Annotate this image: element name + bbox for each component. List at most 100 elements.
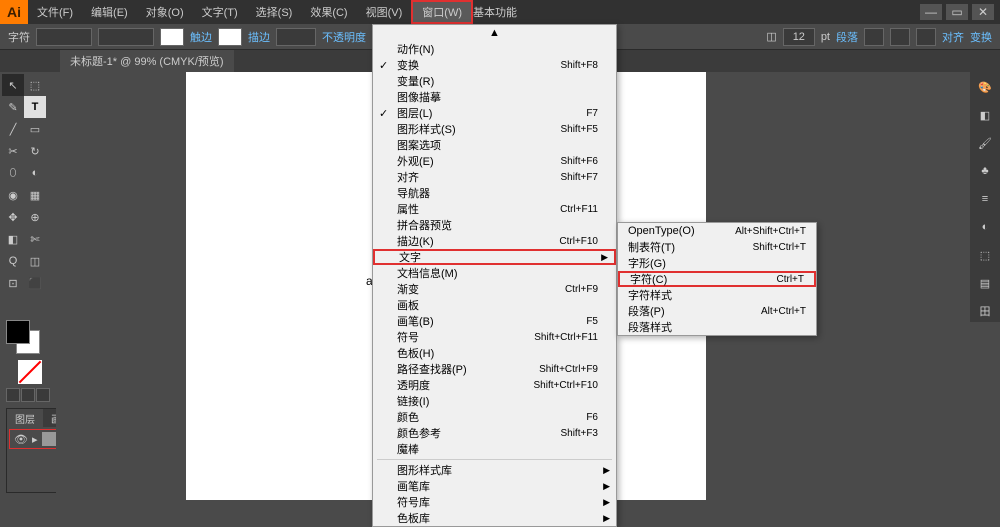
menu-效果[interactable]: 效果(C) (301, 0, 356, 24)
draw-mode-switch[interactable] (6, 388, 50, 402)
tool-17[interactable]: ◫ (24, 250, 46, 272)
color-picker[interactable] (6, 320, 42, 356)
tool-10[interactable]: ◉ (2, 184, 24, 206)
panel-icon-8[interactable]: 田 (974, 300, 996, 322)
tool-12[interactable]: ✥ (2, 206, 24, 228)
menu-item-外观[interactable]: 外观(E)Shift+F6 (373, 153, 616, 169)
stroke-swatch[interactable] (218, 28, 242, 46)
paragraph-link[interactable]: 段落 (836, 29, 858, 45)
panel-icon-6[interactable]: ⬚ (974, 244, 996, 266)
menu-item-渐变[interactable]: 渐变Ctrl+F9 (373, 281, 616, 297)
tool-13[interactable]: ⊕ (24, 206, 46, 228)
tool-4[interactable]: ╱ (2, 118, 24, 140)
align-right-button[interactable] (916, 28, 936, 46)
menu-item-魔棒[interactable]: 魔棒 (373, 441, 616, 457)
tool-1[interactable]: ⬚ (24, 74, 46, 96)
menu-item-属性[interactable]: 属性Ctrl+F11 (373, 201, 616, 217)
menu-文件[interactable]: 文件(F) (28, 0, 82, 24)
tool-5[interactable]: ▭ (24, 118, 46, 140)
submenu-item-字符[interactable]: 字符(C)Ctrl+T (618, 271, 816, 287)
menu-item-透明度[interactable]: 透明度Shift+Ctrl+F10 (373, 377, 616, 393)
menu-对象[interactable]: 对象(O) (137, 0, 193, 24)
menu-item-符号库[interactable]: 符号库▶ (373, 494, 616, 510)
submenu-item-字符样式[interactable]: 字符样式 (618, 287, 816, 303)
menu-item-图像描摹[interactable]: 图像描摹 (373, 89, 616, 105)
submenu-item-字形[interactable]: 字形(G) (618, 255, 816, 271)
panel-icon-2[interactable]: 🖌 (974, 132, 996, 154)
menu-视图[interactable]: 视图(V) (357, 0, 412, 24)
menu-选择[interactable]: 选择(S) (247, 0, 302, 24)
submenu-item-制表符[interactable]: 制表符(T)Shift+Ctrl+T (618, 239, 816, 255)
tool-7[interactable]: ↻ (24, 140, 46, 162)
transform-link[interactable]: 对齐 (942, 29, 964, 45)
stroke-weight-dropdown[interactable] (276, 28, 316, 46)
menu-item-链接[interactable]: 链接(I) (373, 393, 616, 409)
menu-item-图层[interactable]: ✓图层(L)F7 (373, 105, 616, 121)
stroke-pt-input[interactable] (783, 28, 815, 46)
none-color-icon[interactable] (18, 360, 42, 384)
tool-3[interactable]: T (24, 96, 46, 118)
menu-item-描边[interactable]: 描边(K)Ctrl+F10 (373, 233, 616, 249)
close-button[interactable]: ✕ (972, 4, 994, 20)
panel-icon-3[interactable]: ♣ (974, 160, 996, 182)
minimize-button[interactable]: — (920, 4, 942, 20)
menu-编辑[interactable]: 编辑(E) (82, 0, 137, 24)
tool-0[interactable]: ↖ (2, 74, 24, 96)
panel-icon-7[interactable]: ▤ (974, 272, 996, 294)
menu-item-颜色[interactable]: 颜色F6 (373, 409, 616, 425)
menu-item-路径查找器[interactable]: 路径查找器(P)Shift+Ctrl+F9 (373, 361, 616, 377)
submenu-item-段落[interactable]: 段落(P)Alt+Ctrl+T (618, 303, 816, 319)
menu-item-画笔库[interactable]: 画笔库▶ (373, 478, 616, 494)
tool-16[interactable]: Q (2, 250, 24, 272)
tool-11[interactable]: ▦ (24, 184, 46, 206)
menu-item-导航器[interactable]: 导航器 (373, 185, 616, 201)
menu-item-图形样式库[interactable]: 图形样式库▶ (373, 462, 616, 478)
align-left-button[interactable] (864, 28, 884, 46)
menu-item-动作[interactable]: 动作(N) (373, 41, 616, 57)
touch-link[interactable]: 触边 (190, 29, 212, 45)
font-style-dropdown[interactable] (98, 28, 154, 46)
tool-6[interactable]: ✂ (2, 140, 24, 162)
stroke-link[interactable]: 描边 (248, 29, 270, 45)
menu-窗口[interactable]: 窗口(W) (411, 0, 473, 24)
menu-文字[interactable]: 文字(T) (193, 0, 247, 24)
menu-item-图形样式[interactable]: 图形样式(S)Shift+F5 (373, 121, 616, 137)
menu-item-色板[interactable]: 色板(H) (373, 345, 616, 361)
menu-item-变量[interactable]: 变量(R) (373, 73, 616, 89)
tool-2[interactable]: ✎ (2, 96, 24, 118)
panel-icon-1[interactable]: ◧ (974, 104, 996, 126)
fill-swatch[interactable] (160, 28, 184, 46)
panel-icon-5[interactable]: ◐ (974, 216, 996, 238)
menu-item-色板库[interactable]: 色板库▶ (373, 510, 616, 526)
panel-icon-4[interactable]: ≡ (974, 188, 996, 210)
tool-18[interactable]: ⊡ (2, 272, 24, 294)
workspace-switcher[interactable]: 基本功能 (473, 4, 517, 20)
align-center-button[interactable] (890, 28, 910, 46)
expand-icon[interactable]: ▸ (32, 433, 38, 446)
tool-19[interactable]: ⬛ (24, 272, 46, 294)
visibility-icon[interactable]: 👁 (14, 433, 28, 446)
submenu-item-OpenType[interactable]: OpenType(O)Alt+Shift+Ctrl+T (618, 223, 816, 239)
menu-item-拼合器预览[interactable]: 拼合器预览 (373, 217, 616, 233)
menu-item-画笔[interactable]: 画笔(B)F5 (373, 313, 616, 329)
menu-item-符号[interactable]: 符号Shift+Ctrl+F11 (373, 329, 616, 345)
font-family-dropdown[interactable] (36, 28, 92, 46)
menu-item-文档信息[interactable]: 文档信息(M) (373, 265, 616, 281)
menu-item-文字[interactable]: 文字▶ (373, 249, 616, 265)
tool-9[interactable]: ◐ (24, 162, 46, 184)
panel-icon-0[interactable]: 🎨 (974, 76, 996, 98)
opacity-link[interactable]: 不透明度 (322, 29, 366, 45)
document-tab[interactable]: 未标题-1* @ 99% (CMYK/预览) (60, 50, 234, 72)
fill-color-swatch[interactable] (6, 320, 30, 344)
maximize-button[interactable]: ▭ (946, 4, 968, 20)
tool-15[interactable]: ✄ (24, 228, 46, 250)
menu-item-图案选项[interactable]: 图案选项 (373, 137, 616, 153)
menu-item-变换[interactable]: ✓变换Shift+F8 (373, 57, 616, 73)
replace-link[interactable]: 变换 (970, 29, 992, 45)
tab-layers[interactable]: 图层 (7, 409, 43, 427)
menu-item-颜色参考[interactable]: 颜色参考Shift+F3 (373, 425, 616, 441)
submenu-item-段落样式[interactable]: 段落样式 (618, 319, 816, 335)
tool-14[interactable]: ◧ (2, 228, 24, 250)
menu-item-对齐[interactable]: 对齐Shift+F7 (373, 169, 616, 185)
scroll-up-icon[interactable]: ▲ (373, 25, 616, 41)
